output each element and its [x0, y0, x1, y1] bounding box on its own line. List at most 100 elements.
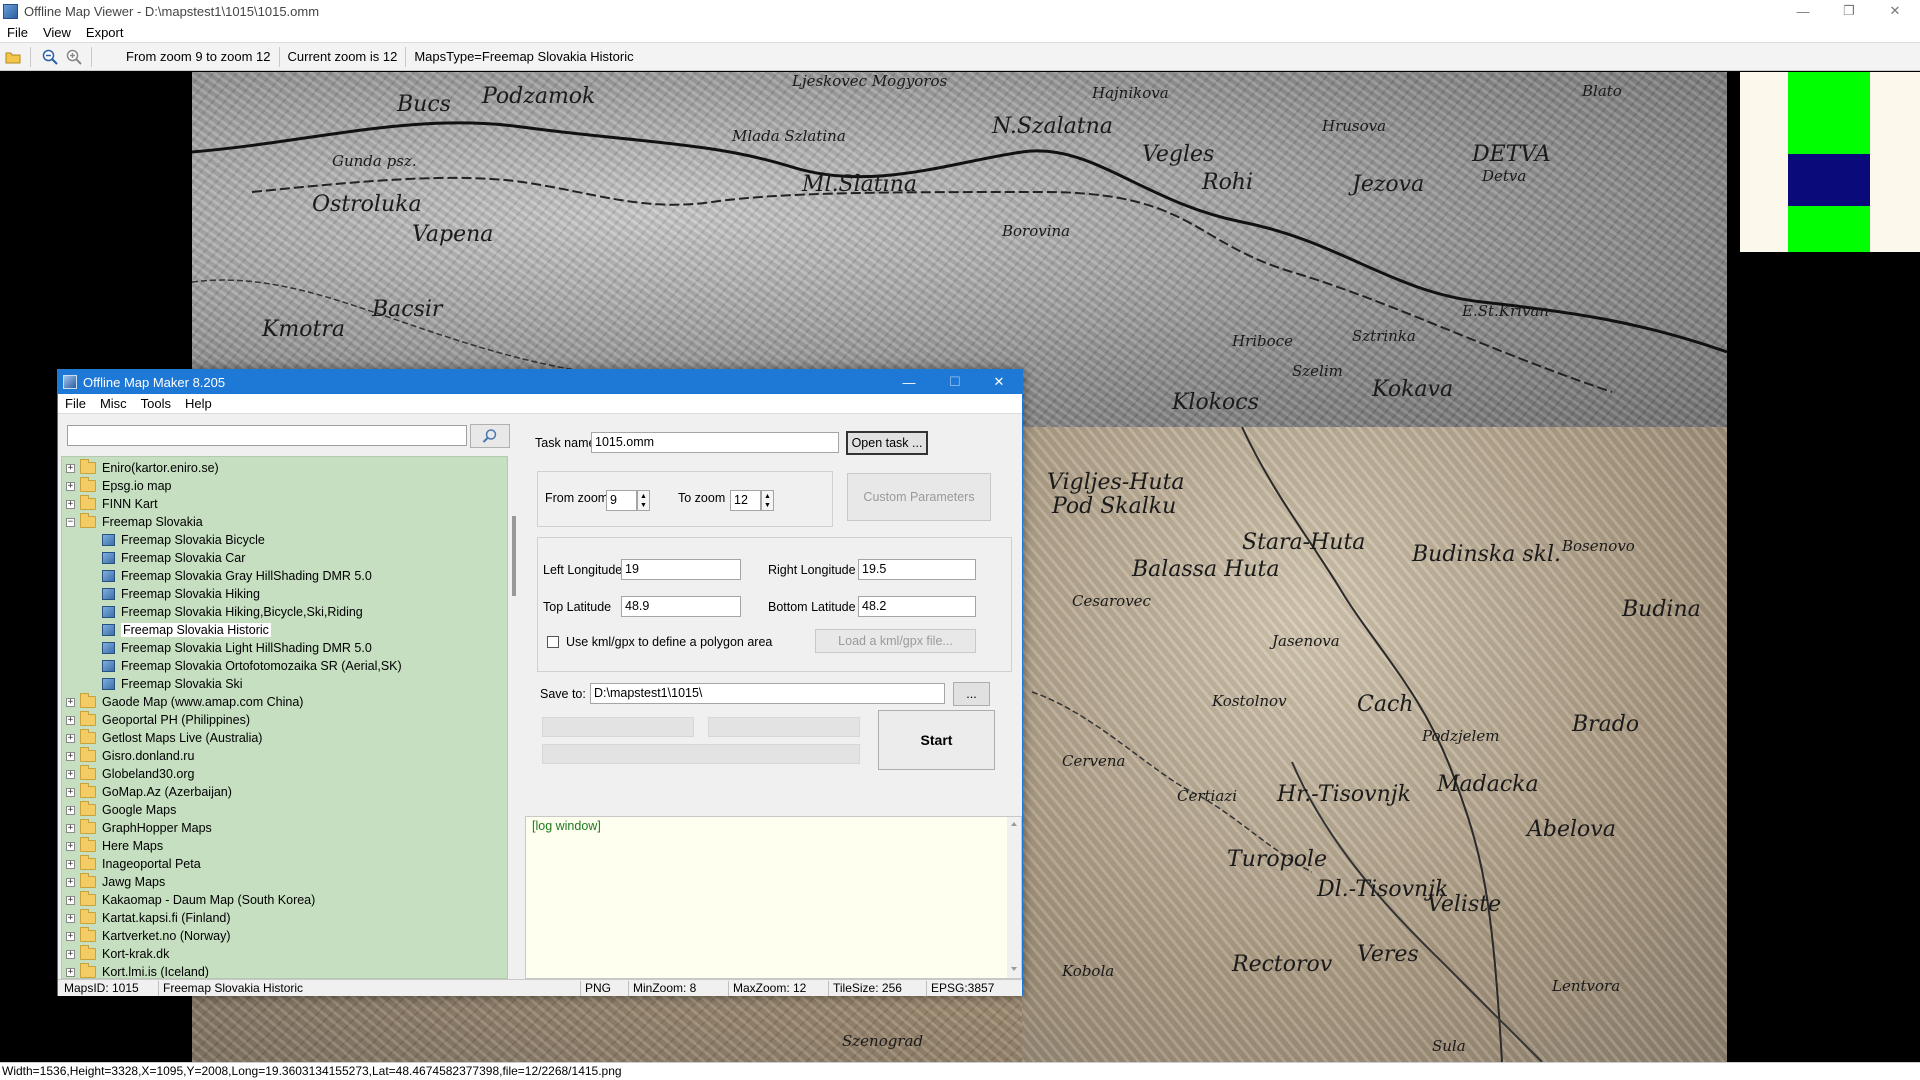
tree-item-label: Freemap Slovakia Hiking [121, 587, 260, 601]
expand-icon[interactable]: + [66, 895, 75, 905]
zoom-range-label: From zoom 9 to zoom 12 [118, 46, 280, 67]
maximize-button[interactable]: ❐ [1826, 0, 1872, 22]
menu-file[interactable]: File [7, 25, 28, 40]
map-label: Kmotra [262, 317, 346, 342]
tree-folder-item[interactable]: + GraphHopper Maps [66, 819, 212, 837]
log-scrollbar[interactable] [1007, 817, 1021, 978]
tree-scroll-thumb[interactable] [512, 516, 516, 596]
top-latitude-input[interactable]: 48.9 [621, 596, 741, 617]
app-icon [3, 3, 18, 19]
tree-folder-item[interactable]: + Google Maps [66, 801, 176, 819]
zoom-out-button[interactable] [39, 46, 61, 68]
menu-export[interactable]: Export [86, 25, 124, 40]
expand-icon[interactable]: + [66, 697, 75, 707]
log-window[interactable]: [log window] [525, 816, 1022, 979]
tree-folder-item[interactable]: + Eniro(kartor.eniro.se) [66, 459, 219, 477]
browse-button[interactable]: ... [953, 682, 990, 706]
dialog-menu-help[interactable]: Help [185, 396, 212, 411]
use-kml-label: Use kml/gpx to define a polygon area [566, 635, 773, 649]
expand-icon[interactable]: + [66, 733, 75, 743]
from-zoom-spinner[interactable]: ▲ ▼ [637, 490, 650, 511]
tree-map-item[interactable]: Freemap Slovakia Light HillShading DMR 5… [102, 639, 372, 657]
expand-icon[interactable]: + [66, 913, 75, 923]
dialog-menu-misc[interactable]: Misc [100, 396, 127, 411]
folder-icon [80, 873, 96, 888]
tree-item-label: Jawg Maps [102, 875, 166, 889]
expand-icon[interactable]: + [66, 751, 75, 761]
expand-icon[interactable]: + [66, 841, 75, 851]
expand-icon[interactable]: + [66, 787, 75, 797]
tree-folder-item[interactable]: + Kort.lmi.is (Iceland) [66, 963, 209, 978]
expand-icon[interactable]: + [66, 877, 75, 887]
tree-map-item[interactable]: Freemap Slovakia Historic [102, 621, 271, 639]
tree-folder-item[interactable]: + Kartverket.no (Norway) [66, 927, 231, 945]
use-kml-checkbox[interactable] [547, 636, 559, 648]
tree-folder-item[interactable]: + Here Maps [66, 837, 163, 855]
to-zoom-input[interactable]: 12 [730, 490, 761, 511]
tree-item-label: GraphHopper Maps [102, 821, 212, 835]
right-longitude-input[interactable]: 19.5 [858, 559, 976, 580]
tree-folder-item[interactable]: + Gaode Map (www.amap.com China) [66, 693, 303, 711]
tree-folder-item[interactable]: + Epsg.io map [66, 477, 171, 495]
tree-map-item[interactable]: Freemap Slovakia Hiking,Bicycle,Ski,Ridi… [102, 603, 363, 621]
expand-icon[interactable]: + [66, 463, 75, 473]
dialog-maximize-button[interactable]: ☐ [932, 370, 978, 394]
tree-map-item[interactable]: Freemap Slovakia Bicycle [102, 531, 265, 549]
expand-icon[interactable]: + [66, 481, 75, 491]
tree-folder-item[interactable]: + GoMap.Az (Azerbaijan) [66, 783, 232, 801]
map-label: Szenograd [842, 1032, 924, 1050]
menu-view[interactable]: View [43, 25, 71, 40]
tree-folder-item[interactable]: + Getlost Maps Live (Australia) [66, 729, 262, 747]
custom-parameters-button[interactable]: Custom Parameters [847, 473, 991, 521]
expand-icon[interactable]: + [66, 967, 75, 977]
expand-icon[interactable]: + [66, 859, 75, 869]
folder-icon [80, 837, 96, 852]
expand-icon[interactable]: + [66, 769, 75, 779]
to-zoom-spinner[interactable]: ▲ ▼ [761, 490, 774, 511]
tree-scrollbar[interactable] [510, 456, 522, 979]
tree-folder-item[interactable]: + Kartat.kapsi.fi (Finland) [66, 909, 231, 927]
tree-folder-item[interactable]: + Kakaomap - Daum Map (South Korea) [66, 891, 315, 909]
search-button[interactable] [470, 424, 510, 448]
tree-folder-item[interactable]: + Inageoportal Peta [66, 855, 201, 873]
tree-folder-item[interactable]: + Gisro.donland.ru [66, 747, 194, 765]
tree-map-item[interactable]: Freemap Slovakia Gray HillShading DMR 5.… [102, 567, 372, 585]
dialog-close-button[interactable]: ✕ [976, 370, 1022, 394]
open-folder-button[interactable] [2, 46, 24, 68]
expand-icon[interactable]: + [66, 823, 75, 833]
open-task-button[interactable]: Open task ... [846, 431, 928, 455]
expand-icon[interactable]: + [66, 715, 75, 725]
tree-folder-item[interactable]: − Freemap Slovakia [66, 513, 203, 531]
expand-icon[interactable]: + [66, 949, 75, 959]
tree-map-item[interactable]: Freemap Slovakia Ortofotomozaika SR (Aer… [102, 657, 402, 675]
minimize-button[interactable]: — [1780, 0, 1826, 22]
task-name-input[interactable]: 1015.omm [591, 432, 839, 453]
dialog-menu-tools[interactable]: Tools [141, 396, 171, 411]
map-label: DETVA [1472, 142, 1551, 167]
dialog-minimize-button[interactable]: — [886, 370, 932, 394]
expand-icon[interactable]: + [66, 805, 75, 815]
load-kml-button[interactable]: Load a kml/gpx file... [815, 629, 976, 653]
tree-folder-item[interactable]: + FINN Kart [66, 495, 158, 513]
expand-icon[interactable]: + [66, 931, 75, 941]
tree-map-item[interactable]: Freemap Slovakia Hiking [102, 585, 260, 603]
tree-folder-item[interactable]: + Globeland30.org [66, 765, 194, 783]
left-longitude-label: Left Longitude [543, 563, 623, 577]
tree-map-item[interactable]: Freemap Slovakia Ski [102, 675, 243, 693]
zoom-in-button[interactable] [63, 46, 85, 68]
collapse-icon[interactable]: − [66, 517, 75, 527]
start-button[interactable]: Start [878, 710, 995, 770]
tree-folder-item[interactable]: + Geoportal PH (Philippines) [66, 711, 250, 729]
tree-folder-item[interactable]: + Kort-krak.dk [66, 945, 169, 963]
left-longitude-input[interactable]: 19 [621, 559, 741, 580]
maps-tree[interactable]: + Eniro(kartor.eniro.se) + Epsg.io map + FINN… [61, 456, 508, 979]
save-to-input[interactable]: D:\mapstest1\1015\ [590, 683, 945, 704]
from-zoom-input[interactable]: 9 [606, 490, 637, 511]
tree-folder-item[interactable]: + Jawg Maps [66, 873, 165, 891]
bottom-latitude-input[interactable]: 48.2 [858, 596, 976, 617]
dialog-menu-file[interactable]: File [65, 396, 86, 411]
tree-map-item[interactable]: Freemap Slovakia Car [102, 549, 245, 567]
expand-icon[interactable]: + [66, 499, 75, 509]
close-button[interactable]: ✕ [1872, 0, 1918, 22]
maps-search-input[interactable] [67, 425, 467, 446]
